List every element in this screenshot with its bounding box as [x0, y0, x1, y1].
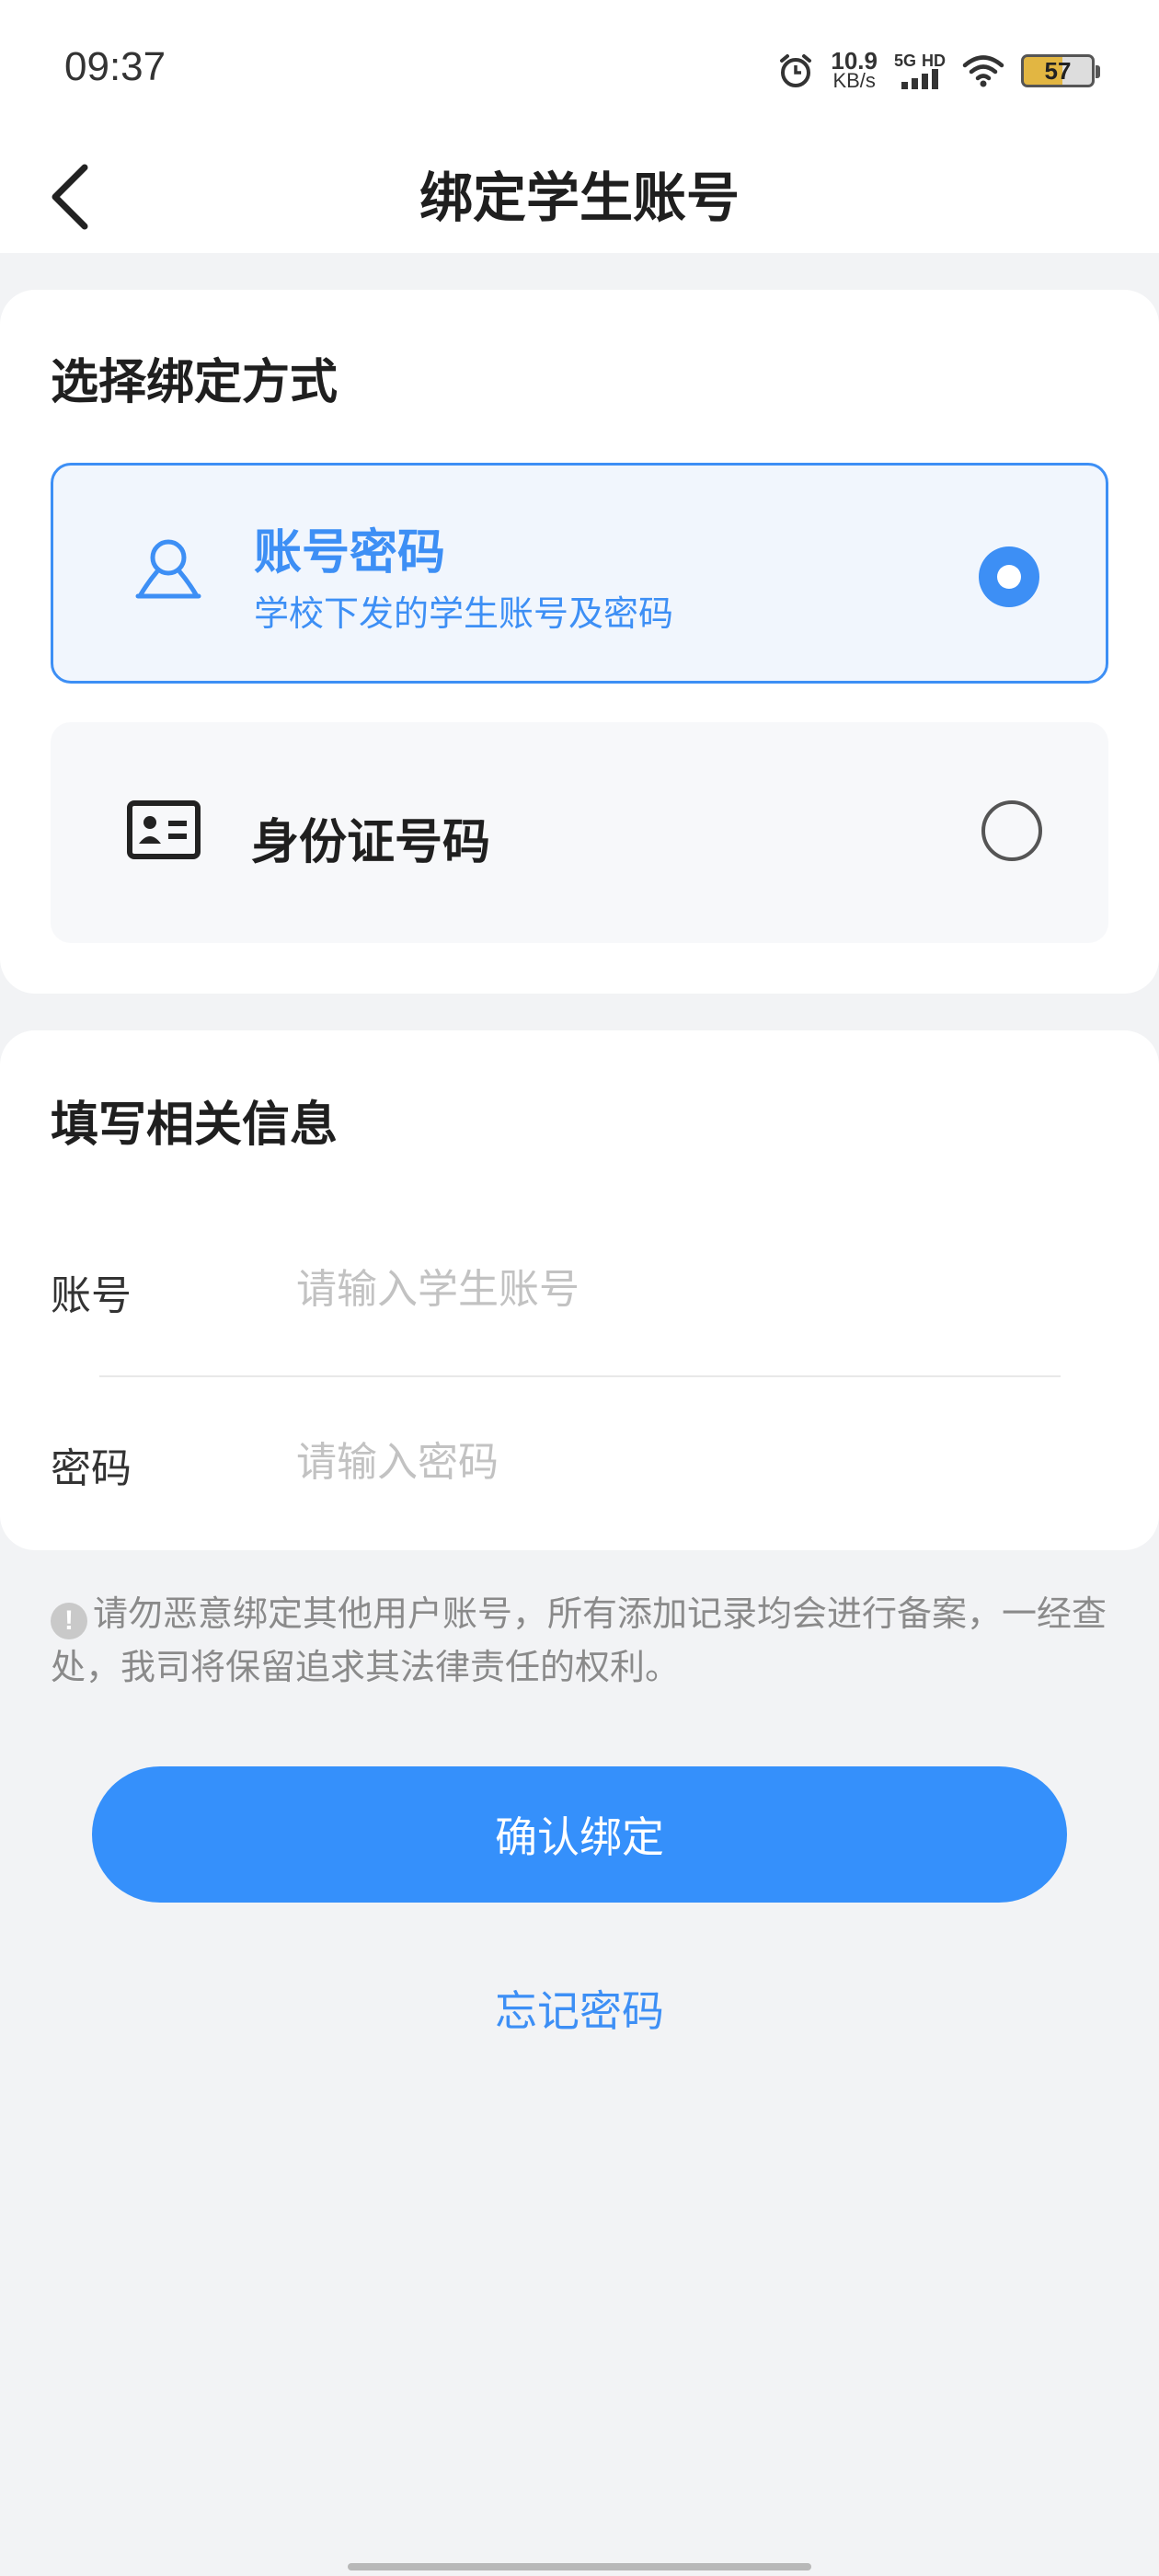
nav-header: 绑定学生账号: [0, 138, 1159, 253]
page-title: 绑定学生账号: [419, 167, 740, 229]
forgot-password-text[interactable]: 忘记密码: [495, 1986, 664, 2036]
field-divider: [99, 1375, 1061, 1377]
id-card-icon: [127, 800, 201, 859]
account-input[interactable]: [296, 1257, 1060, 1321]
option-title: 账号密码: [254, 525, 446, 581]
option-id-number[interactable]: 身份证号码: [51, 722, 1108, 943]
network-indicator: 5G HD: [894, 52, 946, 89]
notice-text: 请勿恶意绑定其他用户账号，所有添加记录均会进行备案，一经查处，我司将保留追求其法…: [51, 1593, 1107, 1687]
net-speed-unit: KB/s: [832, 69, 876, 92]
radio-unselected[interactable]: [981, 800, 1042, 861]
exclamation-icon: !: [51, 1603, 87, 1639]
battery-icon: 57: [1021, 54, 1100, 87]
option-subtitle: 学校下发的学生账号及密码: [254, 593, 674, 634]
forgot-password-link: 忘记密码: [0, 1978, 1159, 2039]
info-card: 填写相关信息 账号 密码: [0, 1030, 1159, 1550]
net-speed: 10.9 KB/s: [831, 47, 878, 92]
net-speed-value: 10.9: [831, 47, 878, 75]
option-account-password[interactable]: 账号密码 学校下发的学生账号及密码: [51, 463, 1108, 684]
password-label: 密码: [51, 1445, 132, 1492]
alarm-icon: [780, 54, 812, 87]
signal-bars-icon: [901, 69, 938, 89]
bind-method-card: 选择绑定方式 账号密码 学校下发的学生账号及密码 身份证号码: [0, 290, 1159, 994]
confirm-bind-button[interactable]: 确认绑定: [92, 1766, 1067, 1903]
home-indicator[interactable]: [348, 2563, 811, 2570]
bind-student-account-screen: 09:37 10.9 KB/s 5G HD 57 绑定学生账号 选择绑定方式 账…: [0, 0, 1159, 2576]
status-bar: 09:37 10.9 KB/s 5G HD 57: [0, 0, 1159, 138]
network-type: 5G: [893, 52, 916, 70]
password-input[interactable]: [296, 1430, 1060, 1494]
radio-selected[interactable]: [979, 546, 1039, 607]
bind-method-title: 选择绑定方式: [51, 355, 339, 410]
info-title: 填写相关信息: [51, 1098, 339, 1153]
status-time: 09:37: [64, 44, 166, 89]
warning-notice: ! 请勿恶意绑定其他用户账号，所有添加记录均会进行备案，一经查处，我司将保留追求其…: [51, 1587, 1108, 1694]
account-label: 账号: [51, 1272, 132, 1319]
status-icons: 10.9 KB/s 5G HD 57: [777, 47, 1100, 94]
wifi-icon: [962, 55, 1004, 87]
option-title: 身份证号码: [251, 815, 491, 870]
user-icon: [135, 539, 201, 599]
network-hd: HD: [922, 52, 946, 70]
